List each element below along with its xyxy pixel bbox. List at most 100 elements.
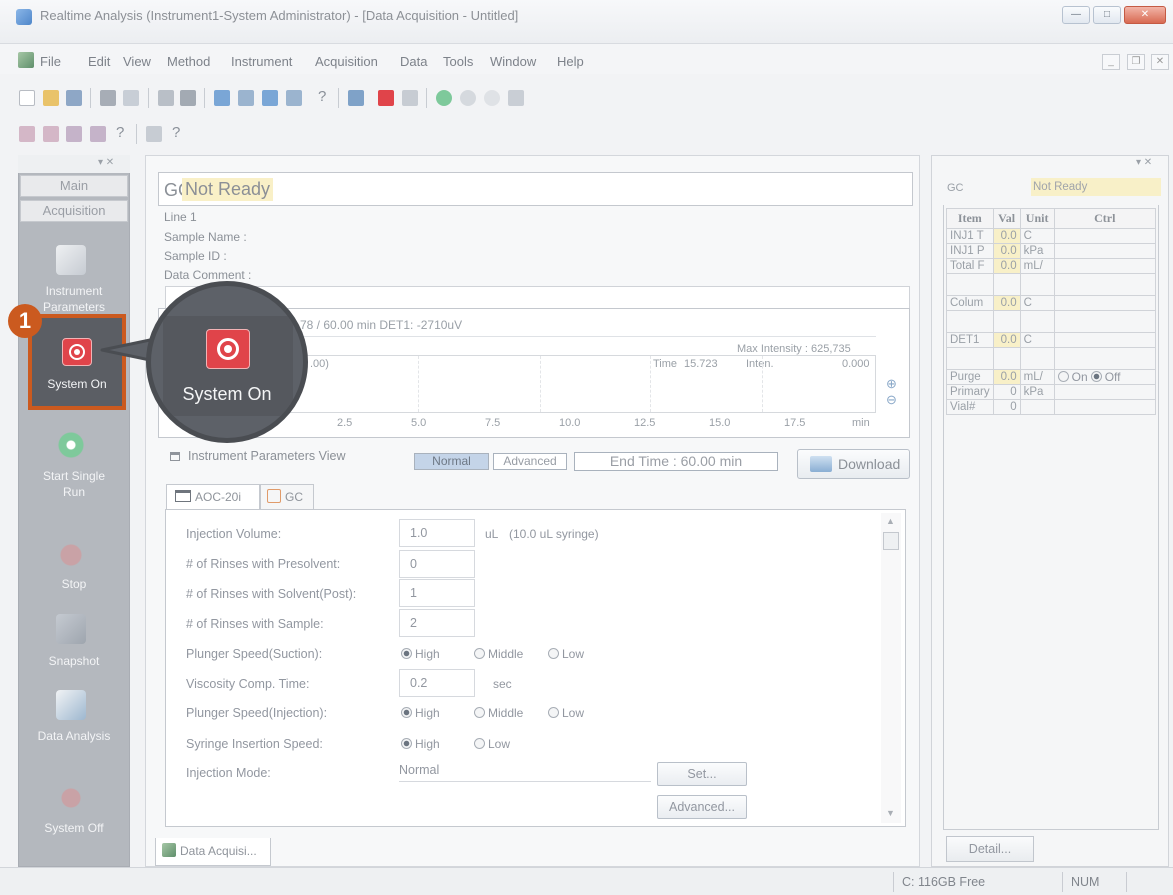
ipv-title: Instrument Parameters View [188,449,346,463]
syringe-speed-low-radio[interactable]: Low [474,737,510,751]
mdi-minimize-button[interactable]: _ [1102,54,1120,70]
syringe-speed-label: Syringe Insertion Speed: [186,737,323,751]
sidebar-item-data-analysis[interactable]: Data Analysis [18,728,130,744]
injection-volume-input[interactable]: 1.0 [399,519,475,547]
method-1-icon[interactable] [19,126,35,142]
maximize-button[interactable]: □ [1093,6,1121,24]
menu-view[interactable]: View [123,54,151,69]
vertical-scrollbar[interactable] [881,513,901,823]
panel-close-icon[interactable]: ▾ ✕ [98,157,122,171]
help-2-icon[interactable]: ? [116,124,124,141]
normal-toggle[interactable]: Normal [414,453,489,470]
chart-view-icon[interactable] [262,90,278,106]
tab-acquisition[interactable]: Acquisition [20,200,128,222]
rinses-sample-input[interactable]: 2 [399,609,475,637]
data-acquisition-icon [162,843,176,857]
method-4-icon[interactable] [90,126,106,142]
rinses-presolvent-input[interactable]: 0 [399,550,475,578]
download-button[interactable]: Download [797,449,910,479]
menu-data[interactable]: Data [400,54,427,69]
tab-gc[interactable]: GC [260,484,314,510]
plunger-injection-middle-radio[interactable]: Middle [474,706,523,720]
scroll-up-icon[interactable]: ▲ [886,516,895,526]
system-on-tool-icon[interactable] [378,90,394,106]
window-layout-1-icon[interactable] [214,90,230,106]
report-tool-icon[interactable] [508,90,524,106]
detail-button[interactable]: Detail... [946,836,1034,862]
menu-edit[interactable]: Edit [88,54,110,69]
gc-icon [267,489,281,503]
copy-icon[interactable] [158,90,174,106]
injection-volume-label: Injection Volume: [186,527,282,541]
system-off-tool-icon[interactable] [402,90,418,106]
advanced-toggle[interactable]: Advanced [493,453,567,470]
plunger-injection-high-radio[interactable]: High [401,706,440,720]
menu-acquisition[interactable]: Acquisition [315,54,378,69]
mdi-restore-button[interactable]: ❐ [1127,54,1145,70]
plunger-suction-low-radio[interactable]: Low [548,647,584,661]
step-badge: 1 [8,304,42,338]
injection-mode-field[interactable]: Normal [399,760,651,782]
menu-file[interactable]: File [40,54,61,69]
rinses-solvent-post-input[interactable]: 1 [399,579,475,607]
plunger-suction-middle-radio[interactable]: Middle [474,647,523,661]
purge-on-radio[interactable]: On [1057,371,1088,384]
stop-tool-icon[interactable] [460,90,476,106]
sidebar-item-system-off[interactable]: System Off [18,820,130,836]
new-icon[interactable] [19,90,35,106]
viscosity-label: Viscosity Comp. Time: [186,677,310,691]
zoom-tool-icon[interactable] [484,90,500,106]
plunger-injection-low-radio[interactable]: Low [548,706,584,720]
open-icon[interactable] [43,90,59,106]
table-row: INJ1 T 0.0 C [946,228,1157,244]
plunger-suction-high-radio[interactable]: High [401,647,440,661]
callout-label: System On [182,384,272,404]
sidebar-item-stop[interactable]: Stop [18,576,130,592]
help-icon[interactable]: ? [318,88,326,105]
start-tool-icon[interactable] [436,90,452,106]
menu-instrument[interactable]: Instrument [231,54,292,69]
print-preview-icon[interactable] [123,90,139,106]
method-3-icon[interactable] [66,126,82,142]
menu-tools[interactable]: Tools [443,54,473,69]
menu-method[interactable]: Method [167,54,210,69]
menu-help[interactable]: Help [557,54,584,69]
syringe-speed-high-radio[interactable]: High [401,737,440,751]
mdi-close-button[interactable]: ✕ [1151,54,1169,70]
sidebar-item-snapshot[interactable]: Snapshot [18,653,130,669]
table-row: Vial# 0 [946,399,1157,415]
minimize-button[interactable]: — [1062,6,1090,24]
zoom-out-icon[interactable]: ⊖ [886,392,897,408]
save-icon[interactable] [66,90,82,106]
scrollbar-thumb[interactable] [883,532,899,550]
viscosity-input[interactable]: 0.2 [399,669,475,697]
syringe-note: (10.0 uL syringe) [509,527,599,541]
document-icon [18,52,34,68]
set-button[interactable]: Set... [657,762,747,786]
disk-free-status: C: 116GB Free [893,872,1058,892]
x-tick: 17.5 [784,417,806,429]
close-button[interactable]: ✕ [1124,6,1166,24]
window-layout-2-icon[interactable] [238,90,254,106]
layout-icon[interactable] [180,90,196,106]
print-icon[interactable] [100,90,116,106]
tab-main[interactable]: Main [20,175,128,197]
scroll-down-icon[interactable]: ▼ [886,808,895,818]
tab-aoc-20i[interactable]: AOC-20i [166,484,260,510]
advanced-button[interactable]: Advanced... [657,795,747,819]
purge-off-radio[interactable]: Off [1090,371,1121,384]
help-3-icon[interactable]: ? [172,124,180,141]
sidebar-item-start-single-run[interactable]: Start Single Run [18,468,130,500]
table-row: Total F 0.0 mL/ [946,258,1157,274]
monitor-table: Item Val Unit Ctrl INJ1 T 0.0 C INJ1 P 0.0 k… [946,208,1157,415]
menu-window[interactable]: Window [490,54,536,69]
table-view-icon[interactable] [286,90,302,106]
tab-data-acquisition[interactable]: Data Acquisi... [155,838,271,866]
monitor-close-icon[interactable]: ▾ ✕ [1136,157,1166,171]
injection-volume-unit: uL [485,527,499,541]
download-params-icon[interactable] [348,90,364,106]
sample-name-label: Sample Name : [164,230,247,244]
zoom-in-icon[interactable]: ⊕ [886,376,897,392]
method-2-icon[interactable] [43,126,59,142]
tool-window-icon[interactable] [146,126,162,142]
